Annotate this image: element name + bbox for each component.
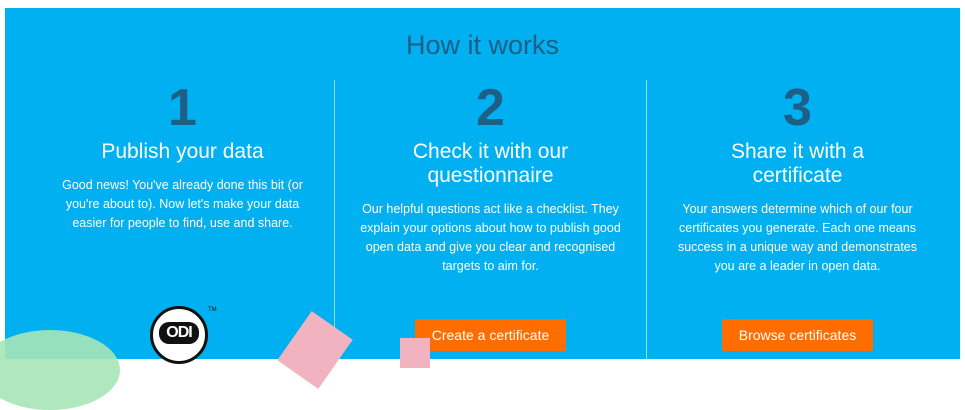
step-2: 2 Check it with our questionnaire Our he… <box>340 80 641 276</box>
step-heading-line: questionnaire <box>427 164 554 187</box>
step-heading: Publish your data <box>35 140 330 164</box>
browse-certificates-button[interactable]: Browse certificates <box>722 319 873 351</box>
step-description: Good news! You've already done this bit … <box>62 178 303 230</box>
decorative-pink-shape <box>400 338 430 368</box>
column-divider <box>334 80 335 359</box>
step-heading: Check it with our questionnaire <box>340 140 641 188</box>
step-number: 3 <box>783 79 812 137</box>
step-number: 2 <box>476 79 505 137</box>
step-3: 3 Share it with a certificate Your answe… <box>651 80 944 276</box>
trademark-mark: TM <box>208 307 217 313</box>
step-heading-line: certificate <box>752 164 843 187</box>
step-heading-line: Share it with a <box>730 140 865 163</box>
step-heading: Share it with a certificate <box>651 140 944 188</box>
column-divider <box>646 80 647 359</box>
step-description: Our helpful questions act like a checkli… <box>360 202 621 273</box>
create-certificate-button[interactable]: Create a certificate <box>415 319 566 351</box>
how-it-works-panel: How it works 1 Publish your data Good ne… <box>5 8 960 359</box>
step-heading-line: Check it with our <box>412 140 569 163</box>
step-heading-line: Publish your data <box>101 140 264 163</box>
odi-logo-text: ODI <box>159 322 199 344</box>
odi-logo: ODI TM <box>150 306 217 364</box>
step-1: 1 Publish your data Good news! You've al… <box>35 80 330 233</box>
step-description: Your answers determine which of our four… <box>677 202 918 273</box>
step-number: 1 <box>168 79 197 137</box>
section-title: How it works <box>405 30 560 60</box>
